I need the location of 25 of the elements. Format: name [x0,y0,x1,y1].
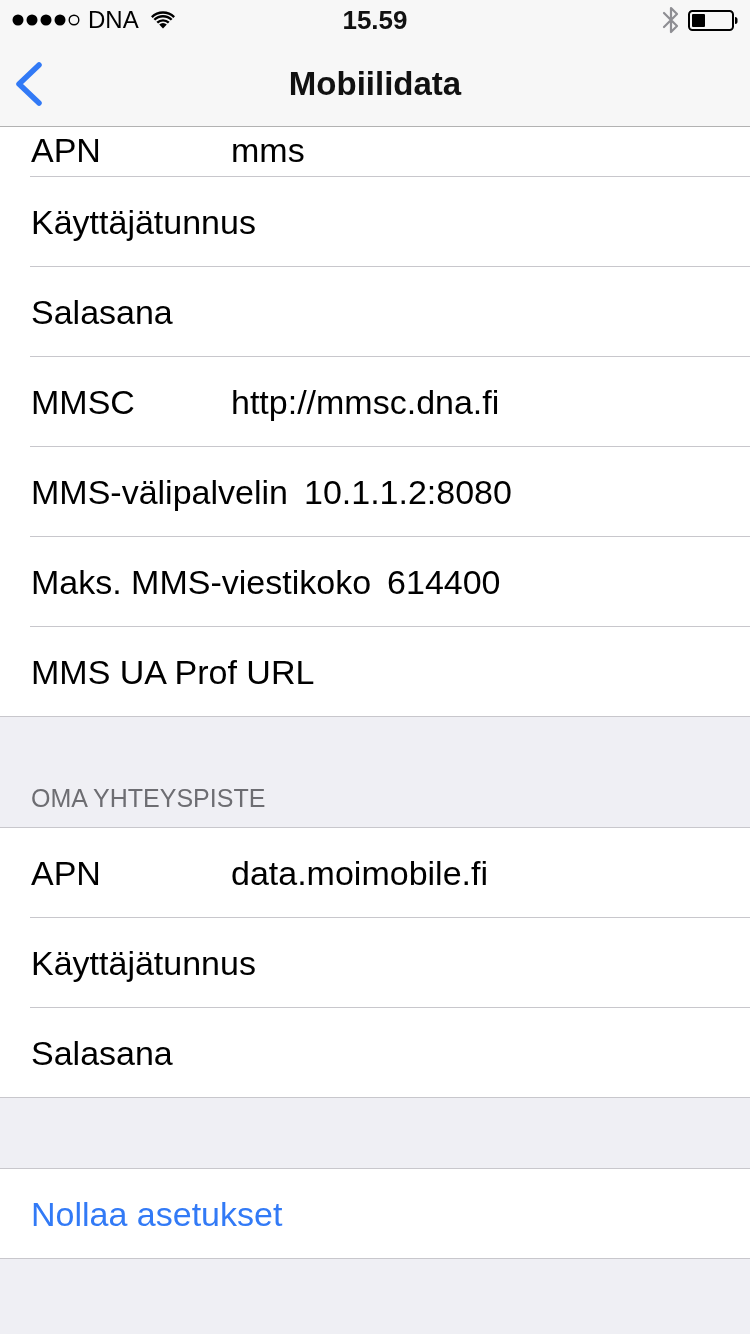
field-label: MMS UA Prof URL [31,651,315,692]
back-chevron-icon [15,62,43,106]
battery-icon [688,9,738,31]
field-value: 614400 [387,561,501,602]
carrier-name: DNA [88,6,139,34]
bluetooth-icon [662,4,680,36]
field-label: Salasana [31,1032,173,1073]
status-time: 15.59 [342,5,408,35]
field-label: Maks. MMS-viestikoko [31,561,372,602]
field-label: Käyttäjätunnus [31,942,256,983]
field-label: Käyttäjätunnus [31,201,256,242]
field-label: APN [31,130,101,170]
field-label: Salasana [31,291,173,332]
field-value: 10.1.1.2:8080 [303,471,512,512]
field-value: http://mmsc.dna.fi [231,381,500,422]
field-value: data.moimobile.fi [231,852,488,893]
wifi-icon [150,11,175,29]
field-label: MMSC [31,381,135,422]
back-button[interactable] [15,62,43,106]
nav-title: Mobiilidata [288,64,462,104]
section-header: OMA YHTEYSPISTE [31,783,266,813]
signal-strength-icon [12,14,80,26]
field-label: APN [31,852,101,893]
field-label: MMS-välipalvelin [31,471,288,512]
field-value: mms [231,130,305,170]
